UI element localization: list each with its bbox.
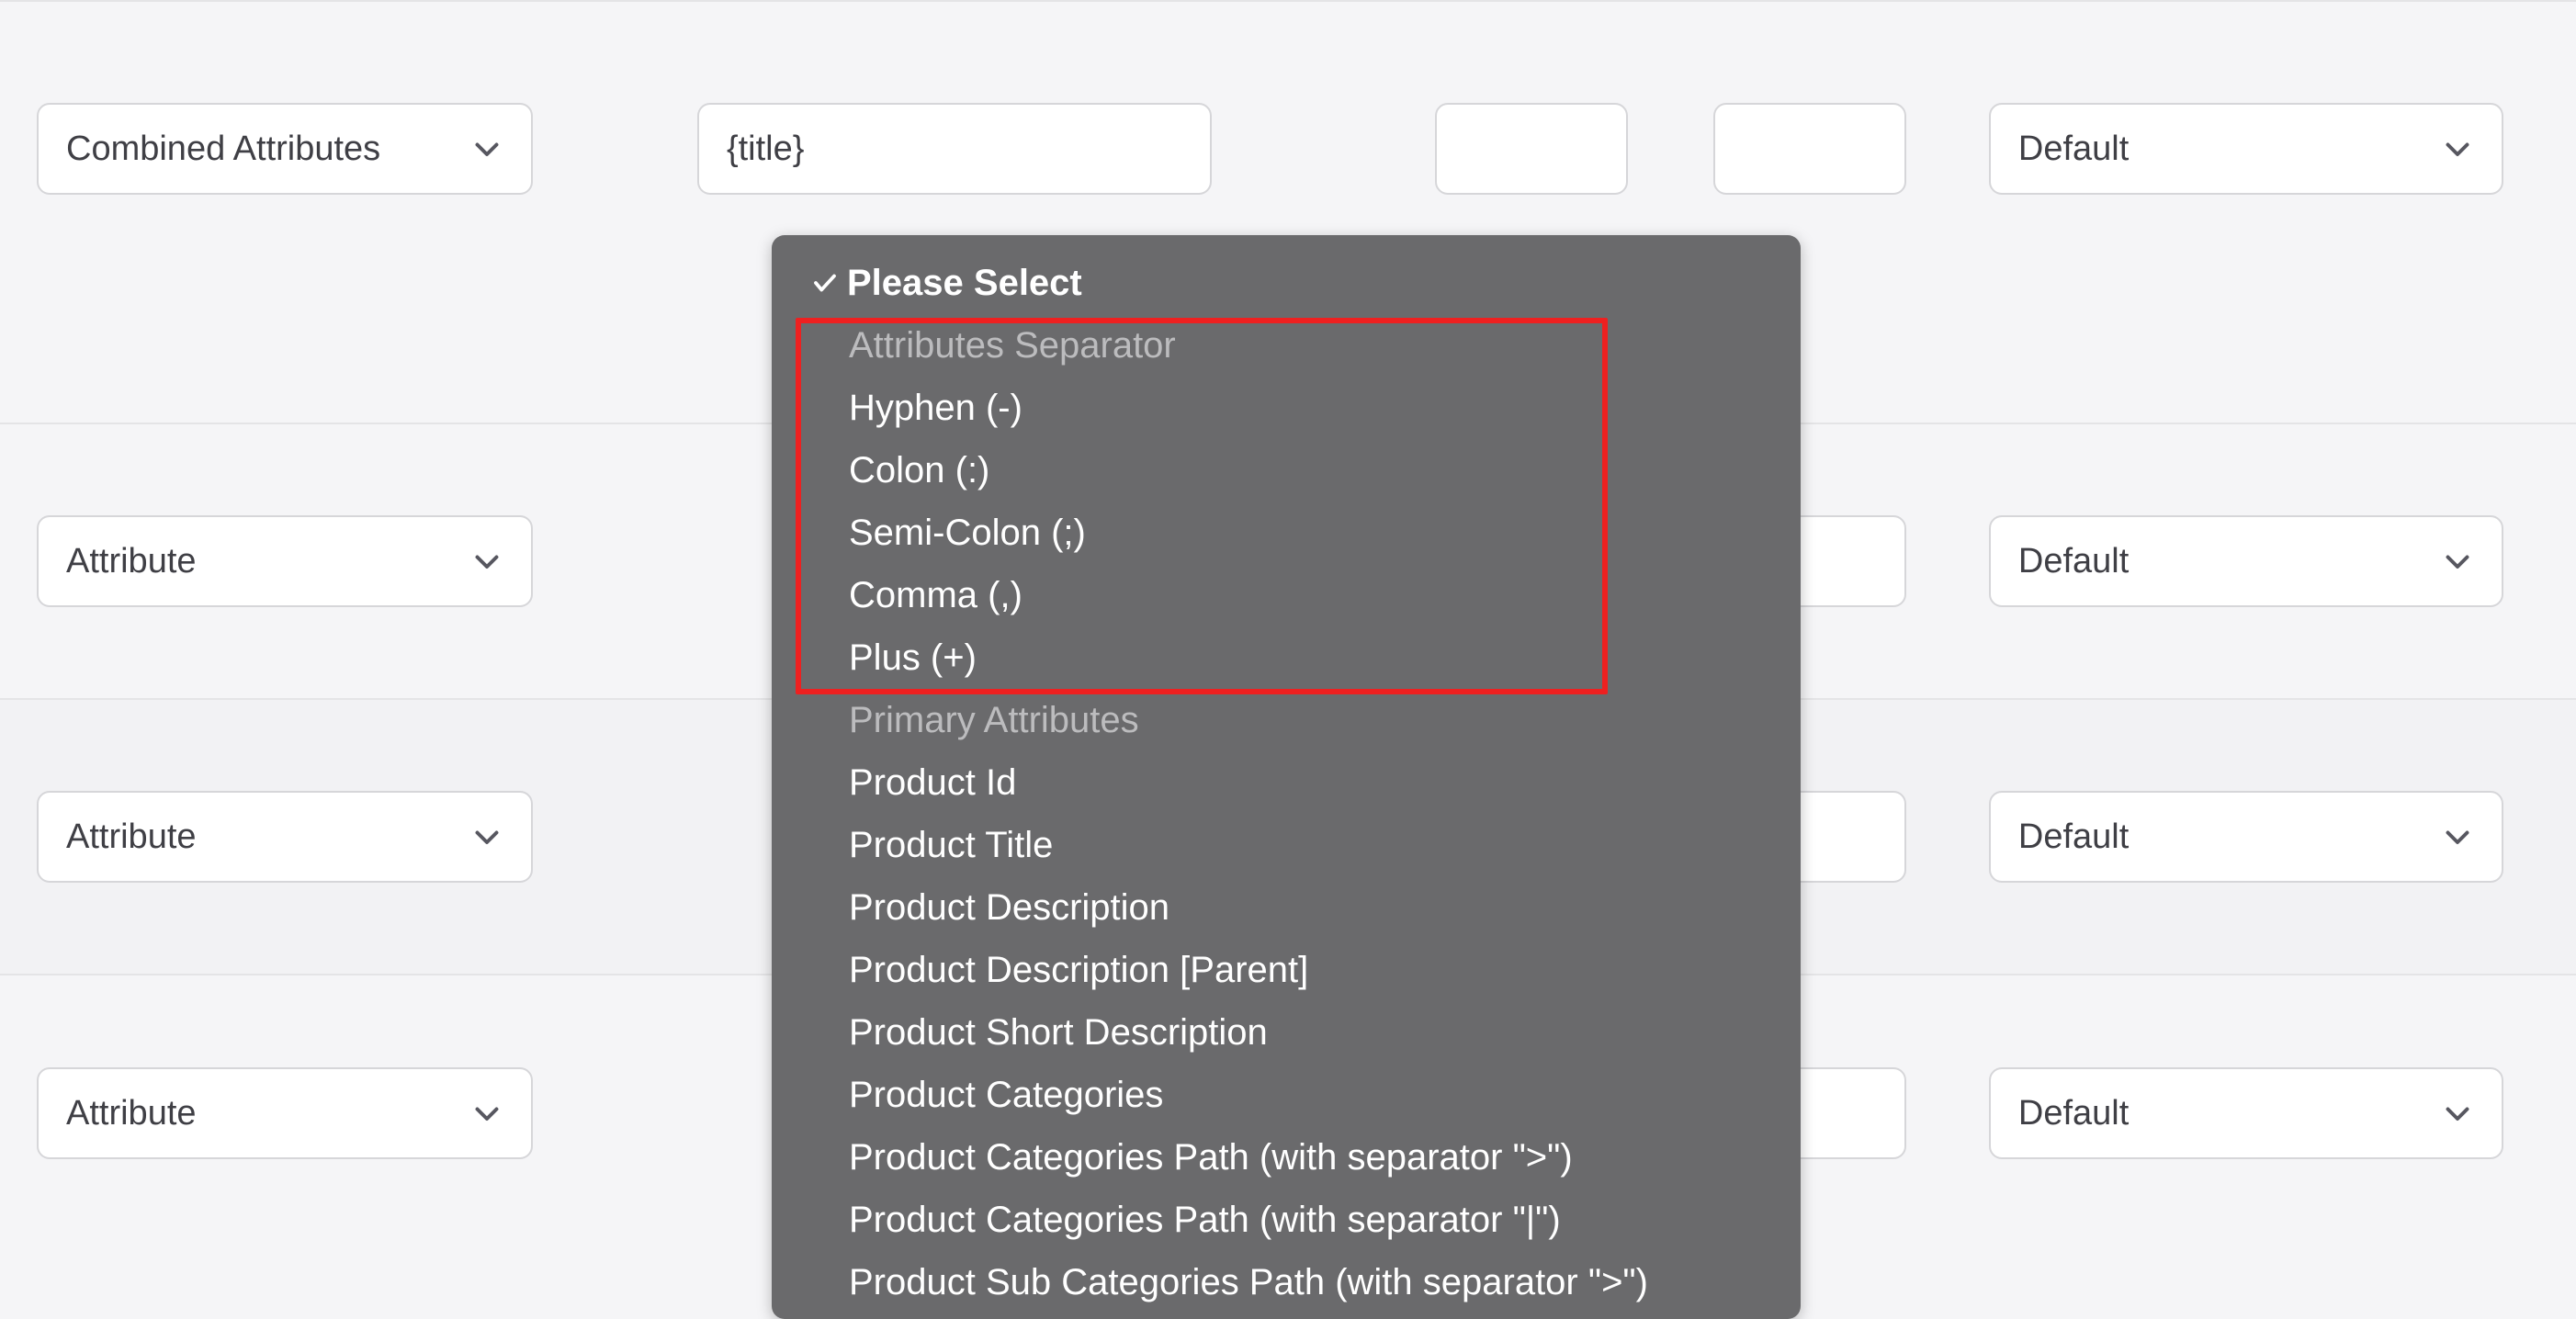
dropdown-option-label: Comma (,) xyxy=(849,575,1022,616)
chevron-down-icon xyxy=(2441,820,2474,853)
output-select[interactable]: Default xyxy=(1989,1067,2503,1159)
dropdown-option[interactable]: Product Categories Path (with separator … xyxy=(772,1189,1801,1251)
dropdown-group-label: Attributes Separator xyxy=(808,325,1176,366)
value-input-text: {title} xyxy=(727,130,805,169)
dropdown-option[interactable]: Product Title xyxy=(772,814,1801,876)
dropdown-option[interactable]: Product Id xyxy=(772,751,1801,814)
type-select[interactable]: Attribute xyxy=(37,515,533,607)
chevron-down-icon xyxy=(470,545,503,578)
dropdown-group-label: Primary Attributes xyxy=(808,700,1139,741)
dropdown-option[interactable]: Product Categories Path (with separator … xyxy=(772,1126,1801,1189)
output-select[interactable]: Default xyxy=(1989,515,2503,607)
attribute-dropdown[interactable]: Please Select Attributes Separator Hyphe… xyxy=(772,235,1801,1319)
dropdown-option-selected[interactable]: Please Select xyxy=(772,252,1801,314)
dropdown-option[interactable]: Semi-Colon (;) xyxy=(772,502,1801,564)
dropdown-option[interactable]: Product Description xyxy=(772,876,1801,939)
dropdown-option[interactable]: Comma (,) xyxy=(772,564,1801,626)
dropdown-option[interactable]: Product Short Description xyxy=(772,1001,1801,1064)
prefix-input[interactable] xyxy=(1435,103,1628,195)
dropdown-option-label: Product Title xyxy=(849,825,1053,866)
dropdown-option-label: Product Categories xyxy=(849,1075,1163,1116)
output-select[interactable]: Default xyxy=(1989,103,2503,195)
value-input[interactable]: {title} xyxy=(697,103,1212,195)
type-select-label: Attribute xyxy=(66,1094,197,1133)
type-select[interactable]: Attribute xyxy=(37,1067,533,1159)
dropdown-option[interactable]: Hyphen (-) xyxy=(772,377,1801,439)
dropdown-option-label: Product Categories Path (with separator … xyxy=(849,1200,1561,1241)
check-icon xyxy=(808,269,842,297)
output-select[interactable]: Default xyxy=(1989,791,2503,883)
dropdown-option-label: Semi-Colon (;) xyxy=(849,513,1086,554)
dropdown-option-label: Product Categories Path (with separator … xyxy=(849,1137,1573,1178)
type-select-label: Attribute xyxy=(66,817,197,857)
chevron-down-icon xyxy=(470,1097,503,1130)
dropdown-option-label: Colon (:) xyxy=(849,450,989,491)
type-select-label: Combined Attributes xyxy=(66,130,380,169)
dropdown-option[interactable]: Plus (+) xyxy=(772,626,1801,689)
output-select-label: Default xyxy=(2018,817,2129,857)
output-select-label: Default xyxy=(2018,130,2129,169)
dropdown-option-label: Product Id xyxy=(849,762,1016,804)
chevron-down-icon xyxy=(2441,132,2474,165)
dropdown-option-label: Please Select xyxy=(847,263,1082,304)
chevron-down-icon xyxy=(470,132,503,165)
dropdown-group: Primary Attributes xyxy=(772,689,1801,751)
chevron-down-icon xyxy=(2441,1097,2474,1130)
suffix-input[interactable] xyxy=(1713,103,1906,195)
type-select-label: Attribute xyxy=(66,542,197,581)
chevron-down-icon xyxy=(2441,545,2474,578)
dropdown-option[interactable]: Product Categories xyxy=(772,1064,1801,1126)
output-select-label: Default xyxy=(2018,1094,2129,1133)
dropdown-option-label: Hyphen (-) xyxy=(849,388,1022,429)
dropdown-option-label: Product Description xyxy=(849,887,1169,929)
chevron-down-icon xyxy=(470,820,503,853)
dropdown-option-label: Product Short Description xyxy=(849,1012,1268,1054)
dropdown-option[interactable]: Colon (:) xyxy=(772,439,1801,502)
dropdown-option-label: Product Sub Categories Path (with separa… xyxy=(849,1262,1648,1303)
type-select[interactable]: Attribute xyxy=(37,791,533,883)
dropdown-option-label: Plus (+) xyxy=(849,637,977,679)
type-select[interactable]: Combined Attributes xyxy=(37,103,533,195)
dropdown-option-label: Product Description [Parent] xyxy=(849,950,1308,991)
output-select-label: Default xyxy=(2018,542,2129,581)
dropdown-option[interactable]: Product Sub Categories Path (with separa… xyxy=(772,1251,1801,1313)
dropdown-group: Attributes Separator xyxy=(772,314,1801,377)
dropdown-option[interactable]: Product Description [Parent] xyxy=(772,939,1801,1001)
